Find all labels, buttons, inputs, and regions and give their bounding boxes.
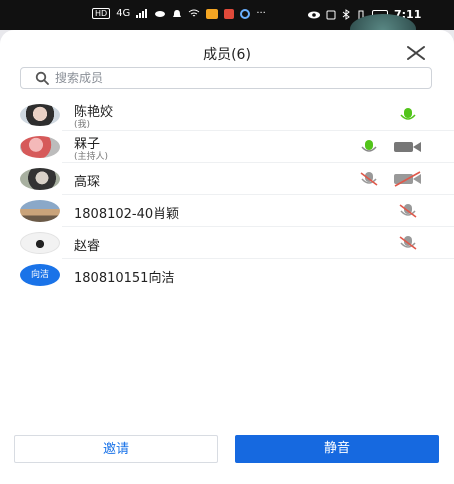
more-icon: ··· — [256, 8, 266, 19]
mic-muted-icon[interactable] — [397, 235, 419, 251]
member-name: 高琛 — [74, 175, 101, 190]
avatar — [20, 168, 60, 190]
wifi-icon — [189, 9, 200, 17]
search-bar[interactable] — [20, 67, 432, 89]
member-row[interactable]: 向洁 180810151向洁 — [0, 259, 454, 291]
avatar — [20, 200, 60, 222]
avatar: 向洁 — [20, 264, 60, 286]
member-name: 赵睿 — [74, 239, 101, 254]
member-name: 180810151向洁 — [74, 271, 175, 286]
mic-muted-icon[interactable] — [358, 171, 380, 187]
camera-on-icon[interactable] — [393, 139, 423, 155]
panel-title: 成员(6) — [203, 47, 251, 63]
signal-icon — [136, 9, 148, 18]
camera-off-icon[interactable] — [393, 171, 423, 187]
member-role: (我) — [74, 120, 91, 130]
mute-all-button[interactable]: 静音 — [235, 435, 439, 463]
member-row[interactable]: 高琛 — [0, 163, 454, 195]
avatar — [20, 104, 60, 126]
app-icon — [206, 8, 219, 19]
search-app-icon — [240, 8, 251, 19]
avatar — [20, 136, 60, 158]
nfc-icon — [326, 10, 336, 19]
avatar — [20, 232, 60, 254]
search-icon — [35, 71, 49, 85]
hd-badge: HD — [92, 8, 111, 19]
member-row[interactable]: 赵睿 — [0, 227, 454, 259]
mic-active-icon[interactable] — [397, 107, 419, 123]
members-panel: 成员(6) 陈艳姣 (我) 槑子 (主持人) — [0, 30, 454, 484]
member-role: (主持人) — [74, 152, 109, 162]
member-row[interactable]: 槑子 (主持人) — [0, 131, 454, 163]
close-icon[interactable] — [405, 42, 427, 64]
member-name: 1808102-40肖颖 — [74, 207, 180, 222]
bluetooth-icon — [342, 9, 350, 20]
invite-button[interactable]: 邀请 — [14, 435, 218, 463]
signal-text: 4G — [116, 8, 131, 19]
mic-muted-icon[interactable] — [397, 203, 419, 219]
app-icon-2 — [224, 8, 235, 19]
status-left-icons: HD 4G ··· — [92, 8, 266, 19]
eye-icon — [308, 11, 320, 18]
bell-icon — [173, 9, 182, 17]
mic-active-icon[interactable] — [358, 139, 380, 155]
member-row[interactable]: 陈艳姣 (我) — [0, 99, 454, 131]
member-row[interactable]: 1808102-40肖颖 — [0, 195, 454, 227]
search-input[interactable] — [55, 71, 415, 85]
cloud-icon — [155, 11, 166, 17]
